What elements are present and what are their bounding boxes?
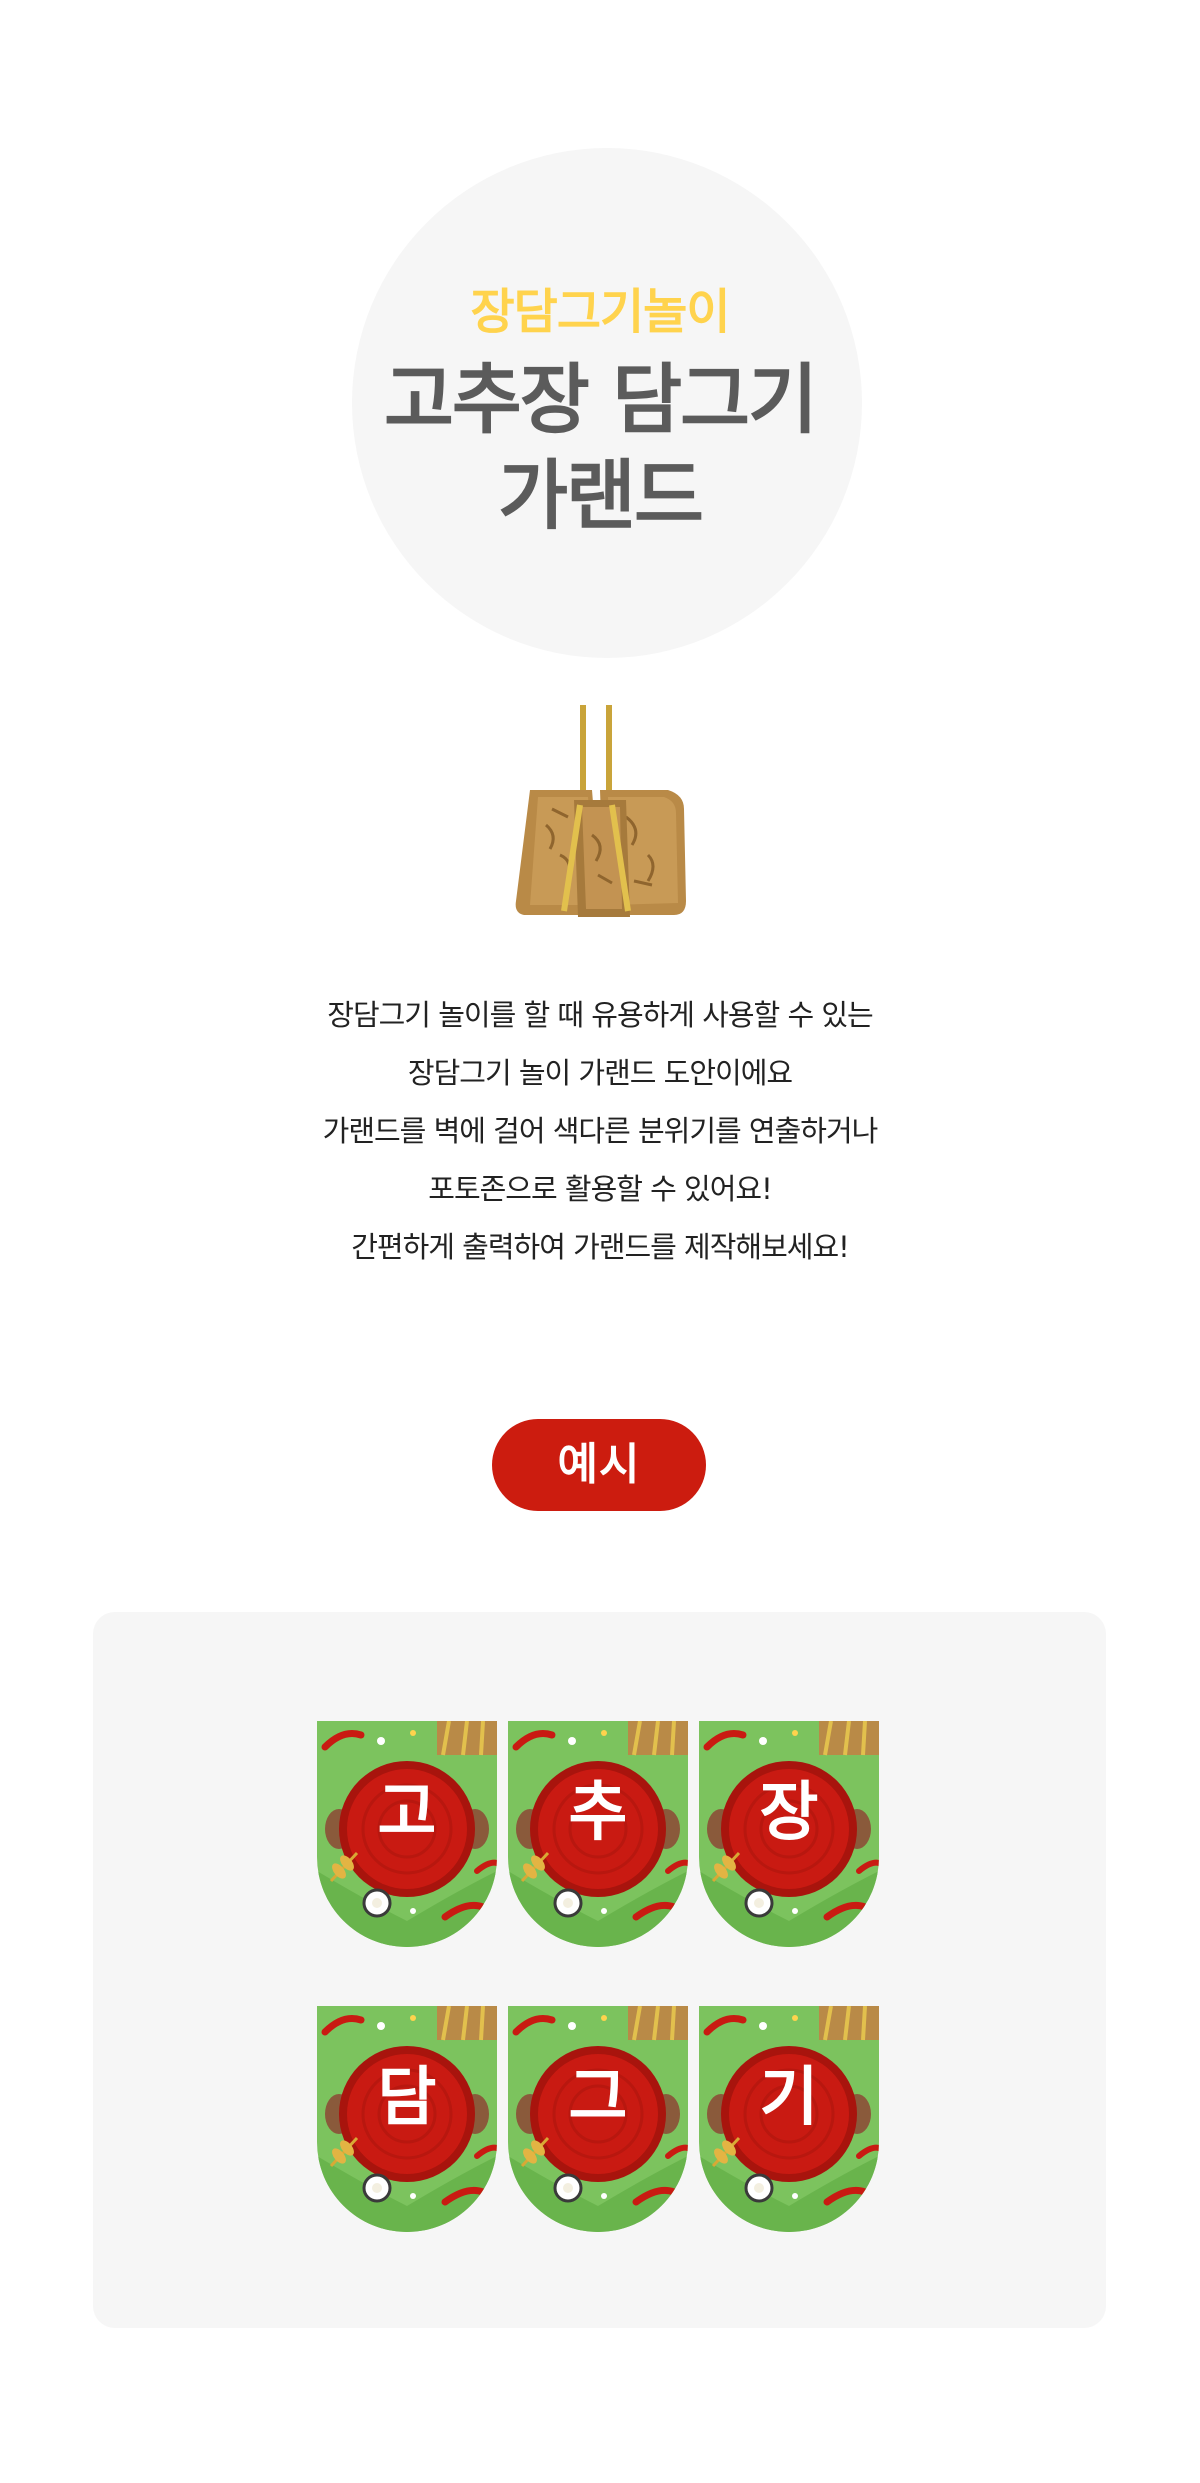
hero-subtitle: 장담그기놀이 [470, 284, 731, 340]
page-title-line-2: 가랜드 [498, 451, 704, 540]
garland-letter: 기 [759, 2061, 819, 2135]
description: 장담그기 놀이를 할 때 유용하게 사용할 수 있는 장담그기 놀이 가랜드 도… [0, 986, 1200, 1276]
description-line: 장담그기 놀이 가랜드 도안이에요 [407, 1056, 793, 1090]
description-line: 가랜드를 벽에 걸어 색다른 분위기를 연출하거나 [322, 1114, 879, 1148]
garland-flag: 기 [699, 2006, 879, 2232]
garland-flag: 담 [317, 2006, 497, 2232]
page-title: 고추장 담그기 가랜드 [0, 352, 1200, 544]
description-line: 장담그기 놀이를 할 때 유용하게 사용할 수 있는 [327, 998, 873, 1032]
garland-flag: 장 [699, 1721, 879, 1947]
example-badge: 예시 [492, 1419, 706, 1511]
description-line: 간편하게 출력하여 가랜드를 제작해보세요! [351, 1230, 850, 1264]
description-line: 포토존으로 활용할 수 있어요! [428, 1172, 772, 1206]
page-title-line-1: 고추장 담그기 [384, 355, 818, 444]
garland-letter: 고 [377, 1776, 437, 1850]
garland-flag: 그 [508, 2006, 688, 2232]
garland-letter: 추 [568, 1776, 628, 1850]
garland-flag: 추 [508, 1721, 688, 1947]
garland-letter: 장 [759, 1776, 819, 1850]
garland-letter: 담 [377, 2061, 437, 2135]
garland-flag: 고 [317, 1721, 497, 1947]
garland-letter: 그 [568, 2061, 628, 2135]
meju-blocks-hanging-icon [508, 705, 694, 927]
